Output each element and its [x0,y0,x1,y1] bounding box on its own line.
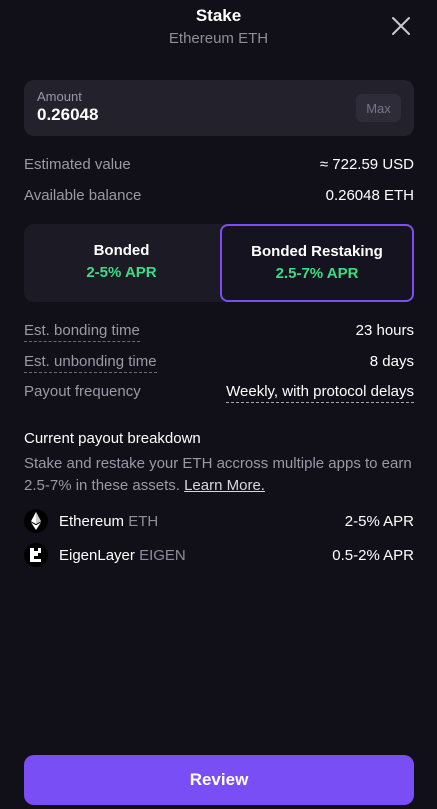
option-apr: 2.5-7% APR [275,265,359,282]
payout-frequency-label: Payout frequency [24,383,141,400]
unbonding-time-row: Est. unbonding time 8 days [24,351,414,373]
asset-name-text: Ethereum [59,513,125,530]
asset-name-text: EigenLayer [59,547,135,564]
asset-name: Ethereum ETH [59,513,158,530]
option-name: Bonded [93,242,150,259]
amount-input[interactable]: Amount 0.26048 Max [24,80,414,136]
asset-row-ethereum: Ethereum ETH 2-5% APR [24,509,414,535]
breakdown-title: Current payout breakdown [24,430,201,447]
option-bonded[interactable]: Bonded 2-5% APR [24,224,219,302]
eigenlayer-icon [24,543,48,567]
asset-ticker: ETH [128,513,159,530]
estimated-value: ≈ 722.59 USD [319,156,414,173]
stake-screen: Stake Ethereum ETH Amount 0.26048 Max Es… [0,0,437,809]
asset-apr: 0.5-2% APR [332,547,414,564]
ethereum-icon [24,509,48,533]
available-balance: 0.26048 ETH [325,187,414,204]
asset-row-eigenlayer: EigenLayer EIGEN 0.5-2% APR [24,543,414,569]
review-button[interactable]: Review [24,755,414,805]
estimated-value-row: Estimated value ≈ 722.59 USD [24,154,414,176]
max-button[interactable]: Max [356,94,401,122]
page-subtitle: Ethereum ETH [168,30,269,47]
available-balance-label: Available balance [24,187,142,204]
option-name: Bonded Restaking [251,243,383,260]
payout-frequency-value[interactable]: Weekly, with protocol delays [226,383,414,403]
breakdown-description: Stake and restake your ETH accross multi… [24,453,414,497]
page-title: Stake [195,6,242,25]
option-bonded-restaking[interactable]: Bonded Restaking 2.5-7% APR [220,224,414,302]
unbonding-time-label[interactable]: Est. unbonding time [24,353,157,373]
header: Stake Ethereum ETH [0,0,437,56]
bonding-time-label[interactable]: Est. bonding time [24,322,140,342]
unbonding-time-value: 8 days [369,353,414,370]
close-icon [392,17,410,35]
asset-name: EigenLayer EIGEN [59,547,186,564]
available-balance-row: Available balance 0.26048 ETH [24,185,414,207]
asset-apr: 2-5% APR [344,513,414,530]
bonding-time-value: 23 hours [355,322,414,339]
payout-frequency-row: Payout frequency Weekly, with protocol d… [24,381,414,403]
asset-ticker: EIGEN [139,547,186,564]
option-apr: 2-5% APR [86,264,157,281]
learn-more-link[interactable]: Learn More. [184,477,265,494]
bonding-time-row: Est. bonding time 23 hours [24,320,414,342]
staking-option-selector: Bonded 2-5% APR Bonded Restaking 2.5-7% … [24,224,414,302]
estimated-value-label: Estimated value [24,156,131,173]
amount-label: Amount [37,89,82,104]
amount-value[interactable]: 0.26048 [37,105,98,125]
close-button[interactable] [389,14,413,38]
